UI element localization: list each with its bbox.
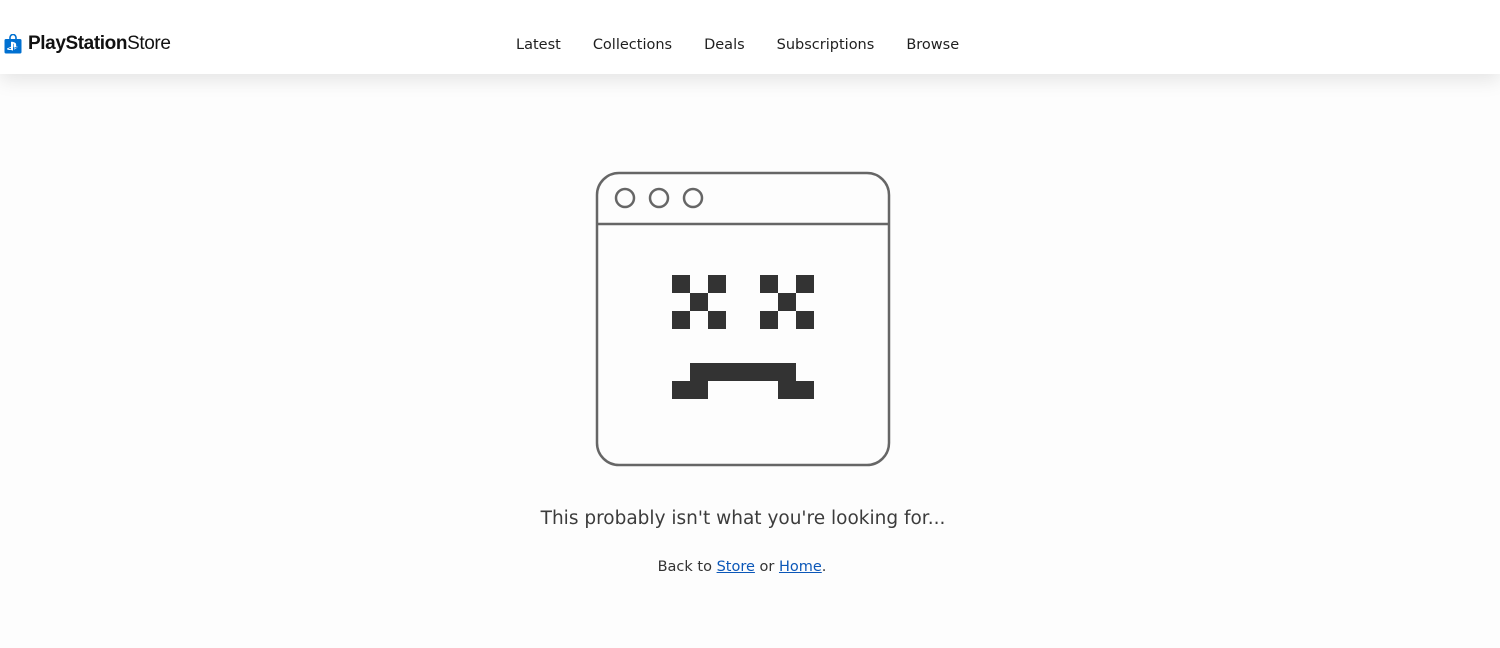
site-header: PlayStationStore Latest Collections Deal… [0, 0, 1500, 74]
nav-browse[interactable]: Browse [890, 30, 975, 60]
nav-latest[interactable]: Latest [500, 30, 577, 60]
logo-wordmark: PlayStationStore [28, 30, 171, 58]
nav-subscriptions[interactable]: Subscriptions [761, 30, 891, 60]
back-links: Back to Store or Home. [0, 556, 1484, 578]
playstation-store-bag-icon [4, 34, 22, 54]
back-prefix: Back to [657, 559, 712, 575]
sad-browser-window-icon [595, 171, 891, 467]
home-link[interactable]: Home [779, 559, 822, 575]
suffix-text: . [821, 559, 827, 575]
nav-deals[interactable]: Deals [688, 30, 761, 60]
error-message: This probably isn't what you're looking … [540, 508, 946, 529]
playstation-store-logo[interactable]: PlayStationStore [4, 30, 171, 58]
nav-collections[interactable]: Collections [577, 30, 688, 60]
separator-text: or [759, 559, 775, 575]
logo-brand-bold: PlayStation [28, 33, 128, 54]
main-nav: Latest Collections Deals Subscriptions B… [500, 30, 975, 60]
logo-brand-light: Store [127, 33, 171, 54]
store-link[interactable]: Store [717, 559, 755, 575]
